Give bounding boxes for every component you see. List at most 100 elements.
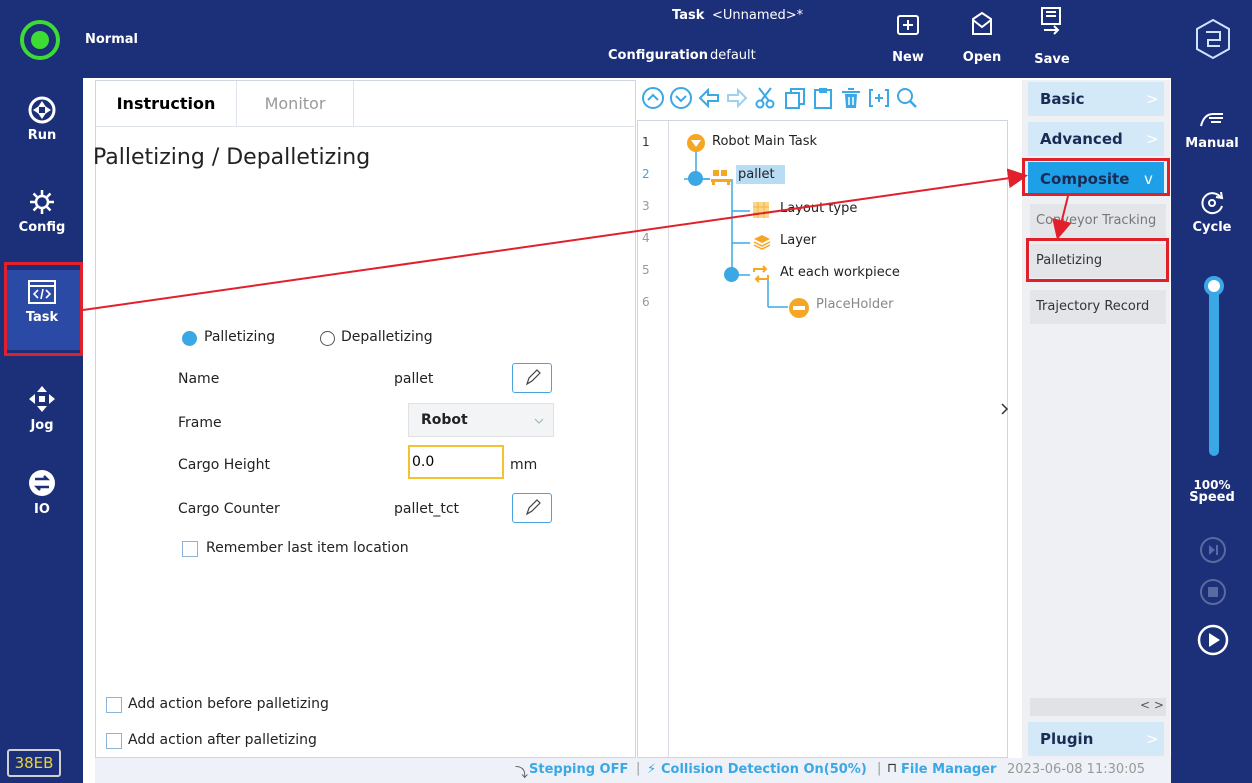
pallet-icon [711, 170, 731, 185]
category-advanced-label: Advanced [1040, 130, 1123, 148]
action-before-checkbox[interactable] [106, 697, 122, 713]
move-down-icon[interactable] [669, 86, 693, 110]
instruction-title: Palletizing / Depalletizing [93, 145, 371, 170]
chevron-right-icon: > [1146, 90, 1159, 108]
frame-select[interactable]: Robot [408, 403, 554, 437]
nav-io[interactable]: IO [4, 460, 80, 540]
io-arrows-icon [29, 470, 55, 496]
play-icon[interactable] [1197, 624, 1229, 656]
new-file-icon [897, 15, 919, 35]
redo-icon[interactable] [725, 86, 749, 110]
configuration-label: Configuration [608, 48, 708, 63]
save-icon [1041, 7, 1061, 35]
copy-icon[interactable] [783, 86, 807, 110]
nav-jog-label: Jog [30, 418, 54, 433]
move-arrows-icon [29, 386, 55, 412]
nav-config[interactable]: Config [4, 180, 80, 260]
undo-icon[interactable] [697, 86, 721, 110]
speed-label: Speed [1189, 490, 1235, 505]
file-manager-link[interactable]: File Manager [901, 762, 996, 777]
search-icon[interactable] [895, 86, 919, 110]
task-tree-panel: 1 2 3 4 5 6 Robot Main Task pallet Layou… [637, 120, 1010, 758]
chevron-right-icon[interactable] [1000, 401, 1010, 417]
action-after-checkbox[interactable] [106, 733, 122, 749]
tree-node-main-task[interactable]: Robot Main Task [712, 134, 817, 149]
tree-node-layout-type[interactable]: Layout type [780, 201, 857, 216]
chevron-down-icon [534, 418, 544, 424]
tab-monitor[interactable]: Monitor [236, 81, 354, 126]
cycle-icon [1201, 191, 1224, 215]
collapse-node-icon[interactable] [724, 267, 739, 282]
toggle-comment-icon[interactable] [867, 86, 891, 110]
collapse-node-icon[interactable] [688, 171, 703, 186]
remember-location-label: Remember last item location [206, 540, 409, 556]
tree-node-layer[interactable]: Layer [780, 233, 816, 248]
stepping-status[interactable]: Stepping OFF [529, 762, 628, 777]
speed-slider-handle[interactable] [1204, 276, 1224, 296]
name-label: Name [178, 371, 220, 387]
category-plugin[interactable]: Plugin > [1028, 722, 1164, 756]
instruction-trajectory-record[interactable]: Trajectory Record [1030, 290, 1166, 324]
manual-mode-button[interactable]: Manual [1178, 108, 1246, 151]
placeholder-icon [789, 298, 809, 318]
cargo-counter-label: Cargo Counter [178, 501, 280, 517]
save-label: Save [1034, 52, 1070, 67]
cut-icon[interactable] [753, 86, 777, 110]
action-before-label: Add action before palletizing [128, 696, 329, 712]
collision-icon: ⚡ [647, 762, 657, 777]
manual-label: Manual [1185, 136, 1239, 151]
step-icon[interactable] [1199, 536, 1227, 564]
nav-run[interactable]: Run [4, 88, 80, 168]
separator: | [877, 761, 882, 776]
cargo-height-input[interactable] [408, 445, 504, 479]
tab-instruction[interactable]: Instruction [96, 81, 236, 126]
cycle-mode-button[interactable]: Cycle [1178, 188, 1246, 235]
instruction-panel: Instruction Monitor Palletizing / Depall… [93, 80, 636, 758]
instruction-conveyor-tracking[interactable]: Conveyor Tracking [1030, 204, 1166, 238]
paste-icon[interactable] [811, 86, 835, 110]
main-task-icon [687, 134, 705, 152]
tree-node-at-each-workpiece[interactable]: At each workpiece [780, 265, 900, 280]
frame-label: Frame [178, 415, 222, 431]
speed-slider-track[interactable] [1209, 284, 1219, 456]
hand-icon [1200, 113, 1223, 127]
nav-config-label: Config [18, 220, 66, 235]
action-after-label: Add action after palletizing [128, 732, 317, 748]
cargo-counter-value: pallet_tct [394, 501, 460, 517]
edit-cargo-counter-button[interactable] [512, 493, 552, 523]
scroll-arrows-icon[interactable]: < > [1140, 698, 1164, 712]
save-task-button[interactable]: Save [1028, 6, 1076, 67]
edit-name-button[interactable] [512, 363, 552, 393]
file-manager-icon: ⊓ [887, 761, 898, 776]
category-basic[interactable]: Basic > [1028, 82, 1164, 116]
chevron-right-icon: > [1146, 130, 1159, 148]
chevron-right-icon: > [1146, 730, 1159, 748]
delete-icon[interactable] [839, 86, 863, 110]
controller-id-badge: 38EB [7, 749, 61, 777]
cycle-label: Cycle [1192, 220, 1232, 235]
depalletizing-radio[interactable] [320, 331, 335, 346]
status-indicator-icon [20, 20, 60, 60]
tree-node-placeholder[interactable]: PlaceHolder [816, 297, 894, 312]
separator: | [636, 761, 641, 776]
nav-jog[interactable]: Jog [4, 376, 80, 456]
palletizing-radio[interactable] [182, 331, 197, 346]
collision-status[interactable]: Collision Detection On(50%) [661, 762, 867, 777]
configuration-name: default [710, 48, 756, 63]
highlight-box-composite [1022, 158, 1170, 196]
open-task-button[interactable]: Open [958, 10, 1006, 65]
category-advanced[interactable]: Advanced > [1028, 122, 1164, 156]
horizontal-scrollbar[interactable]: < > [1030, 698, 1166, 716]
top-bar: Normal Task <Unnamed>* Configuration def… [0, 0, 1252, 78]
highlight-box-task [4, 262, 83, 356]
mode-label: Normal [85, 32, 138, 47]
remember-location-checkbox[interactable] [182, 541, 198, 557]
move-up-icon[interactable] [641, 86, 665, 110]
new-task-button[interactable]: New [884, 10, 932, 65]
open-folder-icon [972, 11, 992, 35]
tree-node-pallet[interactable]: pallet [736, 165, 785, 184]
stop-icon[interactable] [1199, 578, 1227, 606]
pencil-icon [525, 369, 541, 386]
stepping-icon: ⤵ [515, 766, 529, 781]
run-icon [28, 96, 56, 124]
